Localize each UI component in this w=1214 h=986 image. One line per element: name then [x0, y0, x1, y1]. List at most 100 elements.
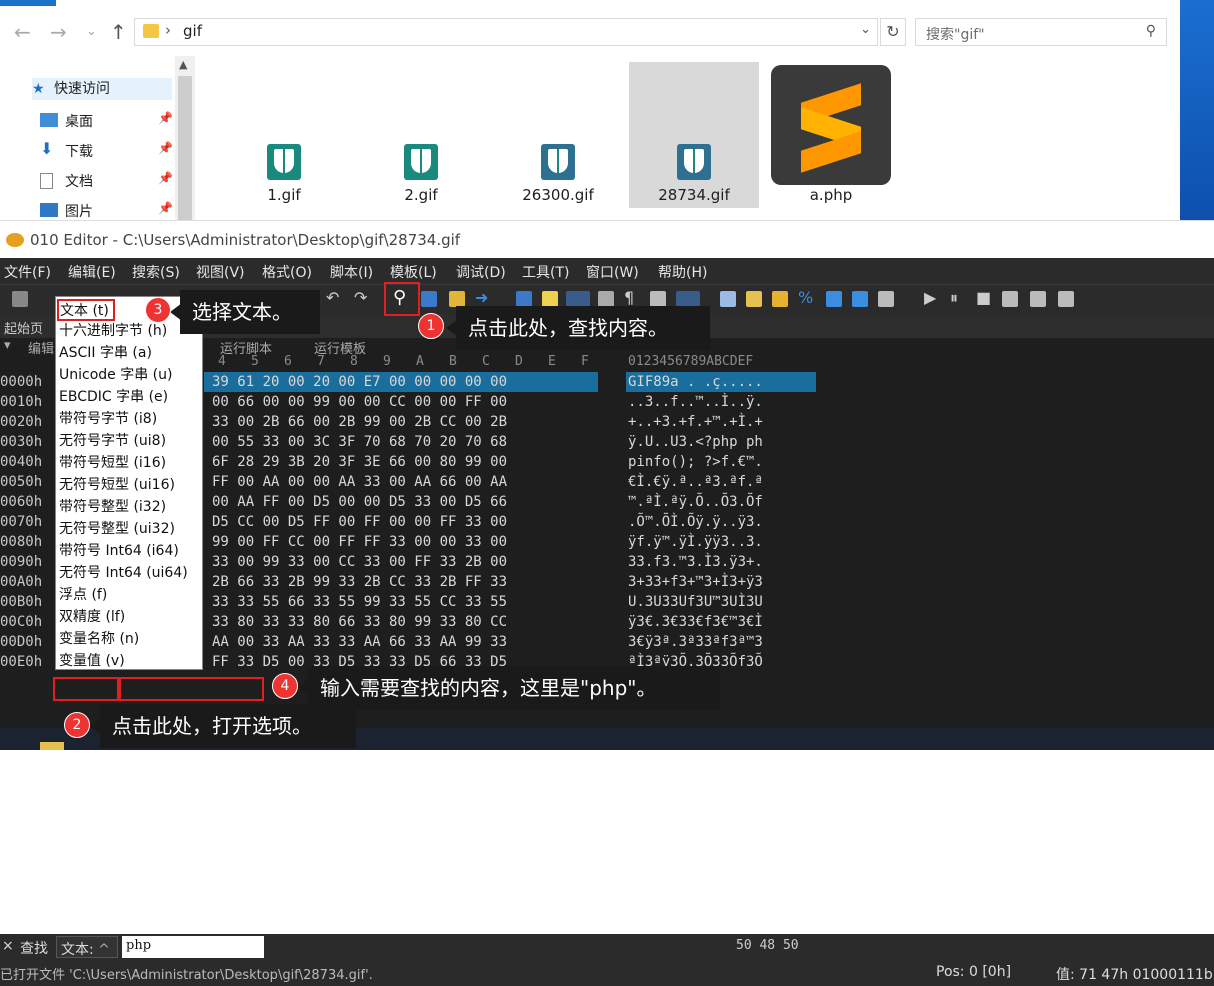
row-ascii[interactable]: GIF89a . .ç.....	[628, 374, 763, 390]
checksum-icon[interactable]	[852, 291, 868, 307]
menu-tools[interactable]: 工具(T)	[522, 262, 569, 282]
menu-item[interactable]: 带符号 Int64 (i64)	[59, 541, 179, 563]
refresh-button[interactable]: ↻	[880, 18, 906, 46]
menu-item[interactable]: 变量名称 (n)	[59, 629, 139, 651]
row-hex-bytes[interactable]: 00 66 00 00 99 00 00 CC 00 00 FF 00	[212, 394, 507, 410]
menu-format[interactable]: 格式(O)	[262, 262, 312, 282]
step-over-icon[interactable]	[1030, 291, 1046, 307]
file-item[interactable]: 26300.gif	[493, 62, 623, 208]
file-item[interactable]: 2.gif	[356, 62, 486, 208]
scrollbar-thumb[interactable]	[178, 76, 192, 220]
run-script-button[interactable]: 运行脚本	[220, 338, 272, 357]
menu-script[interactable]: 脚本(I)	[330, 262, 373, 282]
menu-item-text-selected[interactable]: 文本 (t)	[57, 299, 115, 321]
menu-help[interactable]: 帮助(H)	[658, 262, 707, 282]
step-icon[interactable]	[1002, 291, 1018, 307]
row-hex-bytes[interactable]: 39 61 20 00 20 00 E7 00 00 00 00 00	[212, 374, 507, 390]
sidebar-item-documents[interactable]: 文档 📌	[40, 171, 173, 191]
sidebar-scrollbar[interactable]: ▲	[175, 56, 195, 220]
menu-file[interactable]: 文件(F)	[4, 262, 51, 282]
menu-item[interactable]: Unicode 字串 (u)	[59, 365, 172, 387]
menu-item[interactable]: 十六进制字节 (h)	[59, 321, 167, 343]
menu-item[interactable]: 带符号短型 (i16)	[59, 453, 166, 475]
grid-icon[interactable]	[598, 291, 614, 307]
menu-item[interactable]: 双精度 (lf)	[59, 607, 125, 629]
explorer-taskbar-icon[interactable]	[40, 742, 64, 750]
row-ascii[interactable]: ™.ªÌ.ªÿ.Õ..Õ3.Õf	[628, 494, 763, 510]
tools-icon[interactable]	[878, 291, 894, 307]
hex-view-icon[interactable]	[566, 291, 590, 307]
menu-item[interactable]: 无符号字节 (ui8)	[59, 431, 166, 453]
find-input[interactable]: php	[122, 936, 264, 958]
row-ascii[interactable]: pinfo(); ?>f.€™.	[628, 454, 763, 470]
pause-icon[interactable]: ⏸	[950, 288, 966, 307]
back-arrow-icon[interactable]: ←	[14, 20, 31, 44]
stop-icon[interactable]: ■	[976, 288, 992, 307]
row-hex-bytes[interactable]: 33 33 55 66 33 55 99 33 55 CC 33 55	[212, 594, 507, 610]
menu-edit[interactable]: 编辑(E)	[68, 262, 116, 282]
row-hex-bytes[interactable]: 33 00 2B 66 00 2B 99 00 2B CC 00 2B	[212, 414, 507, 430]
menu-item[interactable]: ASCII 字串 (a)	[59, 343, 152, 365]
goto-icon[interactable]: ➜	[475, 288, 491, 307]
find-type-dropdown[interactable]: 文本: ^	[56, 936, 118, 958]
menu-item[interactable]: 带符号字节 (i8)	[59, 409, 157, 431]
columns-icon[interactable]	[650, 291, 666, 307]
forward-arrow-icon[interactable]: →	[50, 20, 67, 44]
menu-template[interactable]: 模板(L)	[390, 262, 437, 282]
row-ascii[interactable]: 3+33+f3+™3+Ì3+ÿ3	[628, 574, 763, 590]
menu-item[interactable]: 浮点 (f)	[59, 585, 107, 607]
new-file-icon[interactable]	[12, 291, 28, 307]
menu-item[interactable]: EBCDIC 字串 (e)	[59, 387, 168, 409]
address-bar[interactable]: › gif ⌄	[134, 18, 878, 46]
histogram-icon[interactable]	[826, 291, 842, 307]
row-hex-bytes[interactable]: 2B 66 33 2B 99 33 2B CC 33 2B FF 33	[212, 574, 507, 590]
file-item[interactable]: 1.gif	[219, 62, 349, 208]
template-icon[interactable]	[746, 291, 762, 307]
row-ascii[interactable]: 33.f3.™3.Ì3.ÿ3+.	[628, 554, 763, 570]
row-ascii[interactable]: ÿf.ÿ™.ÿÌ.ÿÿ3..3.	[628, 534, 763, 550]
row-ascii[interactable]: ..3..f..™..Ì..ÿ.	[628, 394, 763, 410]
compare-icon[interactable]	[772, 291, 788, 307]
sidebar-item-quick-access[interactable]: ★ 快速访问	[32, 78, 172, 100]
menu-view[interactable]: 视图(V)	[196, 262, 245, 282]
step-out-icon[interactable]	[1058, 291, 1074, 307]
calculator-icon[interactable]	[720, 291, 736, 307]
row-hex-bytes[interactable]: AA 00 33 AA 33 33 AA 66 33 AA 99 33	[212, 634, 507, 650]
sidebar-item-pictures[interactable]: 图片 📌	[40, 201, 173, 220]
sidebar-item-downloads[interactable]: ⬇ 下载 📌	[40, 139, 173, 161]
collapse-icon[interactable]: ▾	[4, 338, 11, 353]
row-ascii[interactable]: .Õ™.ÕÌ.Õÿ.ÿ..ÿ3.	[628, 514, 763, 530]
up-arrow-icon[interactable]: ↑	[110, 20, 127, 44]
ribbon-tab-file[interactable]	[0, 0, 56, 6]
menu-item[interactable]: 无符号整型 (ui32)	[59, 519, 175, 541]
menu-item[interactable]: 无符号 Int64 (ui64)	[59, 563, 188, 585]
redo-icon[interactable]: ↷	[354, 288, 370, 307]
undo-icon[interactable]: ↶	[326, 288, 342, 307]
find-in-files-icon[interactable]	[449, 291, 465, 307]
binary-view-icon[interactable]	[676, 291, 700, 307]
row-hex-bytes[interactable]: 99 00 FF CC 00 FF FF 33 00 00 33 00	[212, 534, 507, 550]
menu-window[interactable]: 窗口(W)	[586, 262, 639, 282]
row-hex-bytes[interactable]: 6F 28 29 3B 20 3F 3E 66 00 80 99 00	[212, 454, 507, 470]
row-hex-bytes[interactable]: 33 80 33 33 80 66 33 80 99 33 80 CC	[212, 614, 507, 630]
row-hex-bytes[interactable]: 33 00 99 33 00 CC 33 00 FF 33 2B 00	[212, 554, 507, 570]
sidebar-item-desktop[interactable]: 桌面 📌	[40, 111, 173, 131]
search-input[interactable]: 搜索"gif" ⚲	[915, 18, 1167, 46]
menu-debug[interactable]: 调试(D)	[456, 262, 506, 282]
find-close-button[interactable]: ×	[2, 938, 14, 954]
scroll-up-icon[interactable]: ▲	[179, 58, 187, 71]
recent-dropdown-icon[interactable]: ⌄	[86, 24, 97, 39]
row-hex-bytes[interactable]: FF 00 AA 00 00 AA 33 00 AA 66 00 AA	[212, 474, 507, 490]
percent-icon[interactable]: %	[798, 288, 814, 307]
row-ascii[interactable]: ÿ.U..U3.<?php ph	[628, 434, 763, 450]
row-ascii[interactable]: €Ì.€ÿ.ª..ª3.ªf.ª	[628, 474, 763, 490]
menu-item[interactable]: 无符号短型 (ui16)	[59, 475, 175, 497]
highlight-icon[interactable]	[542, 291, 558, 307]
sublime-text-icon[interactable]	[771, 65, 891, 185]
play-icon[interactable]: ▶	[924, 288, 940, 307]
row-ascii[interactable]: U.3U33Uf3U™3UÌ3U	[628, 594, 763, 610]
tab-start-page[interactable]: 起始页	[4, 318, 43, 337]
row-hex-bytes[interactable]: D5 CC 00 D5 FF 00 FF 00 00 FF 33 00	[212, 514, 507, 530]
row-ascii[interactable]: +..+3.+f.+™.+Ì.+	[628, 414, 763, 430]
replace-icon[interactable]	[421, 291, 437, 307]
